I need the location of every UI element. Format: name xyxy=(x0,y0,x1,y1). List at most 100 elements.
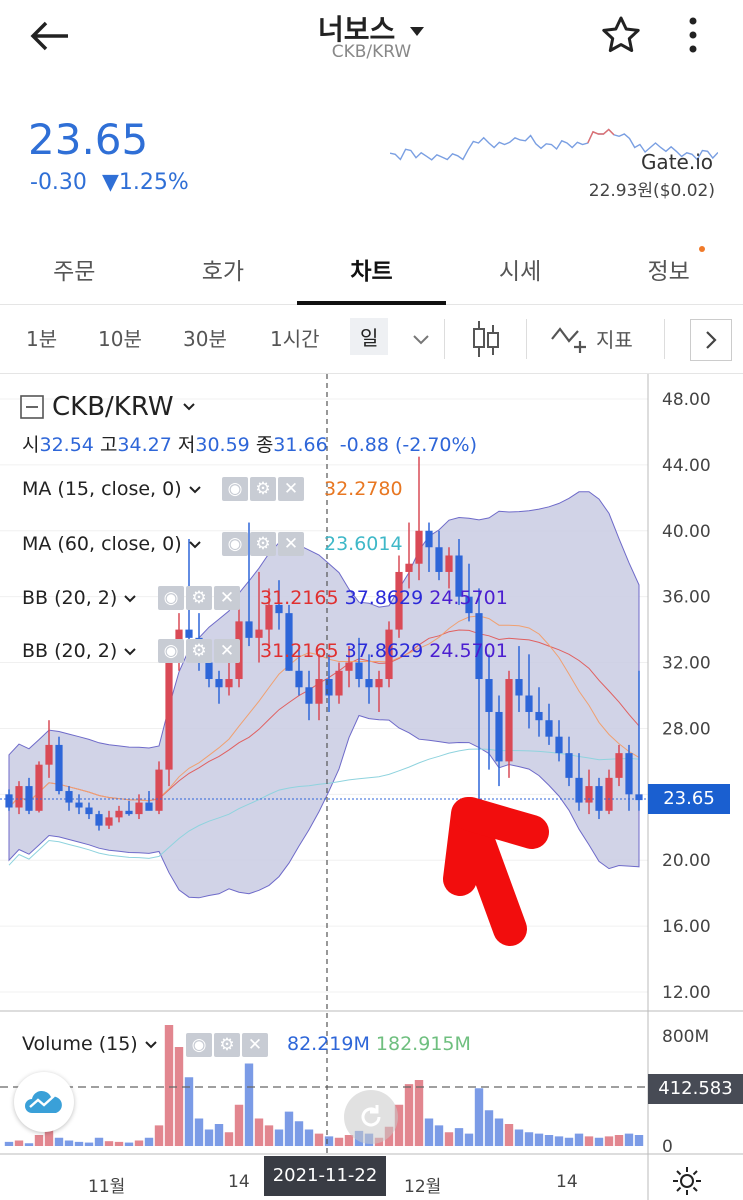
indicator-add-icon xyxy=(551,327,586,353)
volume-bar xyxy=(634,1135,644,1146)
indicator-volume-controls: ◉ ⚙ ✕ xyxy=(186,1033,268,1057)
favorite-button[interactable] xyxy=(598,12,644,58)
candle-body xyxy=(585,786,593,803)
bb1-upper: 37.8629 xyxy=(344,587,424,609)
indicator-ma60[interactable]: MA (60, close, 0) xyxy=(22,533,202,555)
volume-bar xyxy=(124,1142,134,1146)
close-icon[interactable]: ✕ xyxy=(278,532,304,556)
chart-settings-button[interactable] xyxy=(672,1166,702,1200)
bb2-lower: 24.5701 xyxy=(429,640,508,662)
candle-body xyxy=(35,764,43,811)
volume-bar xyxy=(4,1141,14,1146)
close-icon[interactable]: ✕ xyxy=(214,586,240,610)
candle-body xyxy=(255,629,263,638)
tab-info[interactable]: 정보 xyxy=(594,238,743,304)
x-tick-14b: 14 xyxy=(556,1172,578,1192)
tab-chart[interactable]: 차트 xyxy=(297,238,446,305)
open-value: 32.54 xyxy=(39,434,94,456)
indicator-ma15-controls: ◉ ⚙ ✕ xyxy=(222,477,304,501)
chevron-down-icon xyxy=(124,595,137,603)
candle-body xyxy=(305,687,313,704)
candle-body xyxy=(95,814,103,826)
chevron-down-icon xyxy=(413,335,429,345)
exchange-name: Gate.io xyxy=(640,150,713,174)
volume-bar xyxy=(324,1136,334,1146)
gear-icon[interactable]: ⚙ xyxy=(186,639,212,663)
sun-icon xyxy=(673,1167,701,1195)
candle-body xyxy=(625,753,633,795)
candle-body xyxy=(315,679,323,704)
close-icon[interactable]: ✕ xyxy=(242,1033,268,1057)
bb1-lower: 24.5701 xyxy=(429,587,508,609)
close-icon[interactable]: ✕ xyxy=(214,639,240,663)
eye-icon[interactable]: ◉ xyxy=(158,639,184,663)
gear-icon[interactable]: ⚙ xyxy=(214,1033,240,1057)
reset-chart-button[interactable] xyxy=(344,1090,398,1144)
eye-icon[interactable]: ◉ xyxy=(186,1033,212,1057)
tab-chart-label: 차트 xyxy=(350,259,393,285)
caret-down-icon xyxy=(410,27,425,36)
volume-bar xyxy=(464,1133,474,1146)
interval-1h[interactable]: 1시간 xyxy=(270,323,320,352)
volume-bar xyxy=(144,1137,154,1146)
drawing-tools-button[interactable] xyxy=(14,1072,74,1132)
indicator-ma15[interactable]: MA (15, close, 0) xyxy=(22,478,202,500)
interval-day[interactable]: 일 xyxy=(350,318,389,355)
tab-market[interactable]: 시세 xyxy=(446,238,595,304)
chevron-down-icon xyxy=(182,403,195,411)
volume-bar xyxy=(494,1118,504,1146)
volume-bar xyxy=(174,1047,184,1146)
close-value: 31.66 xyxy=(273,434,328,456)
tab-orderbook[interactable]: 호가 xyxy=(149,238,298,304)
candle-body xyxy=(165,646,173,770)
volume-bar xyxy=(24,1143,34,1146)
y-tick-label: 20.00 xyxy=(662,851,711,871)
chevron-down-icon xyxy=(145,1041,157,1049)
chart-symbol: CKB/KRW xyxy=(52,392,174,422)
bb2-upper: 37.8629 xyxy=(344,640,424,662)
gear-icon[interactable]: ⚙ xyxy=(186,586,212,610)
indicator-volume[interactable]: Volume (15) xyxy=(22,1033,158,1055)
volume-bar xyxy=(544,1135,554,1146)
interval-1m[interactable]: 1분 xyxy=(26,323,57,352)
indicator-bb2-name: BB (20, 2) xyxy=(22,640,118,662)
more-button[interactable] xyxy=(675,12,711,58)
interval-10m[interactable]: 10분 xyxy=(98,323,142,352)
interval-dropdown[interactable] xyxy=(412,331,430,350)
y-tick-label: 36.00 xyxy=(662,588,711,608)
candle-body xyxy=(135,802,143,815)
eye-icon[interactable]: ◉ xyxy=(222,532,248,556)
candle-body xyxy=(45,744,53,765)
chart-type-button[interactable] xyxy=(472,319,500,363)
indicator-bb1[interactable]: BB (20, 2) xyxy=(22,587,137,609)
volume-bar xyxy=(14,1140,24,1146)
close-icon[interactable]: ✕ xyxy=(278,477,304,501)
indicator-bb1-name: BB (20, 2) xyxy=(22,587,118,609)
candle-body xyxy=(15,786,23,808)
volume-tick-label: 0 xyxy=(662,1137,673,1157)
eye-icon[interactable]: ◉ xyxy=(158,586,184,610)
volume-bar xyxy=(574,1133,584,1146)
indicator-bb2[interactable]: BB (20, 2) xyxy=(22,640,137,662)
gear-icon[interactable]: ⚙ xyxy=(250,532,276,556)
y-tick-label: 44.00 xyxy=(662,456,711,476)
candlestick-icon xyxy=(473,321,499,357)
gear-icon[interactable]: ⚙ xyxy=(250,477,276,501)
tab-order[interactable]: 주문 xyxy=(0,238,149,304)
exchange-price: 22.93원($0.02) xyxy=(588,181,715,201)
price-change: -0.30 ▼1.25% xyxy=(30,170,189,195)
indicator-button[interactable]: 지표 xyxy=(550,321,633,355)
interval-30m[interactable]: 30분 xyxy=(183,323,227,352)
chevron-down-icon xyxy=(124,648,137,656)
y-tick-label: 12.00 xyxy=(662,983,711,1003)
candle-body xyxy=(25,786,33,811)
symbol-selector[interactable]: CKB/KRW xyxy=(20,392,196,422)
indicator-volume-name: Volume (15) xyxy=(22,1033,138,1055)
eye-icon[interactable]: ◉ xyxy=(222,477,248,501)
price-change-value: -0.30 xyxy=(30,170,87,195)
candle-body xyxy=(335,670,343,696)
scroll-right-button[interactable] xyxy=(690,319,732,361)
chevron-down-icon xyxy=(188,541,201,549)
x-tick-14a: 14 xyxy=(228,1172,250,1192)
volume-bar xyxy=(404,1084,414,1146)
